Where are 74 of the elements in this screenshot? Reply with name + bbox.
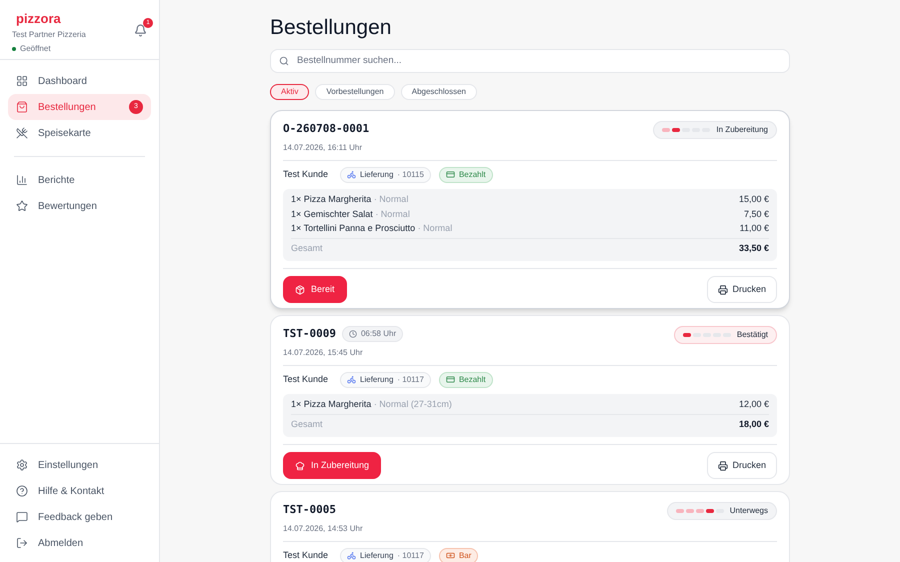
nav-item[interactable]: Abmelden: [8, 530, 151, 556]
printer-icon: [718, 460, 728, 470]
order-date: 14.07.2026, 16:11 Uhr: [283, 142, 364, 154]
open-status: Geöffnet: [20, 43, 51, 55]
nav-item[interactable]: Dashboard: [8, 68, 151, 94]
card-icon: [446, 170, 455, 179]
delivery-tag: Lieferung · 10117: [340, 372, 431, 388]
printer-icon: [718, 284, 728, 294]
box-icon: [295, 284, 305, 294]
print-button[interactable]: Drucken: [707, 452, 777, 479]
grid-icon: [16, 75, 28, 87]
order-number: TST-0009: [283, 326, 336, 342]
partner-name: Test Partner Pizzeria: [12, 29, 86, 41]
status-tag: In Zubereitung: [653, 121, 777, 139]
order-date: 14.07.2026, 14:53 Uhr: [283, 522, 363, 534]
bell-icon: [134, 24, 147, 37]
status-tag: Unterwegs: [666, 502, 777, 520]
banknote-icon: [446, 551, 455, 560]
total-label: Gesamt: [291, 244, 323, 252]
status-tag: Bestätigt: [674, 326, 777, 344]
filter-tab[interactable]: Aktiv: [270, 84, 310, 100]
item-price: 7,50 €: [744, 210, 769, 219]
delivery-tag: Lieferung · 10115: [340, 166, 431, 182]
status-action-button[interactable]: In Zubereitung: [283, 452, 382, 479]
bag-icon: [16, 101, 28, 113]
bike-icon: [347, 375, 356, 384]
logout-icon: [16, 537, 28, 549]
search-icon: [279, 56, 289, 66]
delivery-tag: Lieferung · 10117: [340, 548, 431, 562]
nav-item[interactable]: Hilfe & Kontakt: [8, 478, 151, 504]
item-line: 1× Pizza Margherita · Normal (27-31cm): [291, 400, 452, 410]
order-date: 14.07.2026, 15:45 Uhr: [283, 346, 364, 358]
filter-tab[interactable]: Vorbestellungen: [315, 84, 395, 100]
page-title: Bestellungen: [270, 16, 392, 40]
bike-icon: [347, 170, 356, 179]
search-field[interactable]: Bestellnummer suchen...: [297, 54, 781, 68]
brand-logo: pizzora: [16, 12, 62, 25]
filter-tab[interactable]: Abgeschlossen: [400, 84, 477, 100]
utensils-icon: [16, 127, 28, 139]
nav-item[interactable]: Einstellungen: [8, 452, 151, 478]
payment-tag: Bezahlt: [438, 372, 493, 388]
nav-item[interactable]: Speisekarte: [8, 120, 151, 146]
print-button[interactable]: Drucken: [707, 276, 777, 303]
item-price: 15,00 €: [738, 195, 769, 204]
star-icon: [16, 200, 28, 212]
payment-tag: Bar: [438, 548, 478, 562]
total-amount: 18,00 €: [738, 420, 769, 428]
clock-icon: [348, 330, 357, 338]
payment-tag: Bezahlt: [438, 166, 493, 182]
chef-hat-icon: [295, 460, 305, 470]
search-bar[interactable]: Bestellnummer suchen...: [270, 49, 790, 73]
bar-chart-icon: [16, 174, 28, 186]
status-action-button[interactable]: Bereit: [283, 276, 347, 303]
total-label: Gesamt: [291, 420, 323, 428]
item-price: 12,00 €: [738, 400, 769, 410]
bike-icon: [347, 551, 356, 560]
order-number: O-260708-0001: [283, 121, 370, 137]
item-line: 1× Pizza Margherita · Normal: [291, 195, 408, 204]
order-number: TST-0005: [283, 502, 336, 518]
card-icon: [446, 375, 455, 384]
total-amount: 33,50 €: [738, 244, 769, 252]
settings-icon: [16, 459, 28, 471]
item-line: 1× Tortellini Panna e Prosciutto · Normal: [291, 224, 452, 234]
help-icon: [16, 485, 28, 497]
chat-bubble-icon: [16, 511, 28, 523]
time-tag: 06:58 Uhr: [342, 326, 404, 342]
nav-item[interactable]: Bewertungen: [8, 193, 151, 219]
customer-name: Test Kunde: [283, 548, 328, 562]
nav-item[interactable]: Feedback geben: [8, 504, 151, 530]
customer-name: Test Kunde: [283, 168, 328, 181]
customer-name: Test Kunde: [283, 372, 328, 386]
nav-item[interactable]: Berichte: [8, 167, 151, 193]
item-line: 1× Gemischter Salat · Normal: [291, 210, 410, 219]
item-price: 11,00 €: [740, 224, 769, 234]
